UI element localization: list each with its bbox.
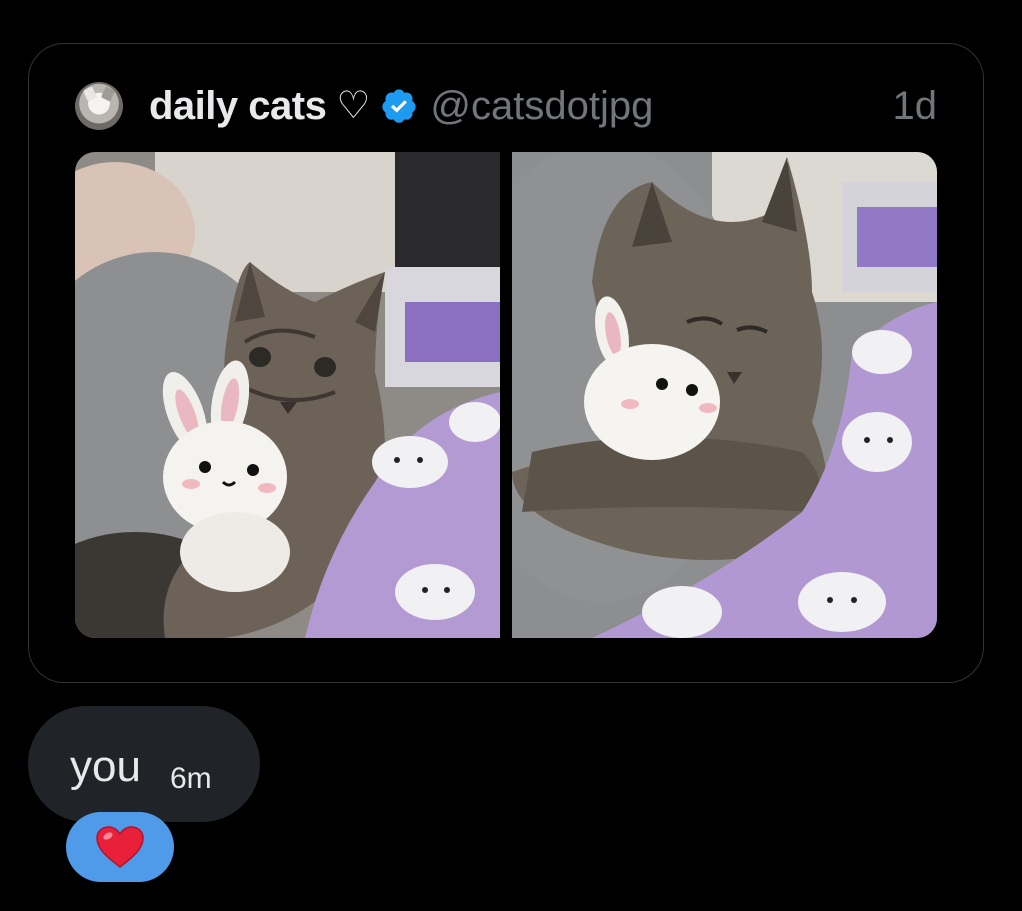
quoted-tweet-card[interactable]: daily cats ♡ @catsdotjpg 1d [28, 43, 984, 683]
red-heart-emoji-icon [96, 826, 144, 868]
cat-photo-icon [75, 152, 500, 638]
message-reaction[interactable] [66, 812, 174, 882]
message-text: you [70, 742, 141, 791]
quoted-tweet-header: daily cats ♡ @catsdotjpg 1d [75, 78, 937, 134]
tweet-timestamp[interactable]: 1d [893, 84, 938, 129]
tweet-media-grid [75, 152, 937, 638]
tweet-photo-1[interactable] [75, 152, 500, 638]
name-heart-symbol: ♡ [336, 85, 371, 127]
dm-conversation: daily cats ♡ @catsdotjpg 1d you 6m [0, 0, 1022, 911]
message-time: 6m [170, 762, 212, 795]
verified-badge-icon [382, 89, 417, 123]
message-bubble[interactable]: you 6m [28, 706, 260, 822]
author-display-name[interactable]: daily cats [149, 84, 327, 129]
cat-photo-icon [512, 152, 937, 638]
author-handle[interactable]: @catsdotjpg [430, 84, 653, 129]
tweet-photo-2[interactable] [512, 152, 937, 638]
author-avatar[interactable] [75, 82, 123, 130]
